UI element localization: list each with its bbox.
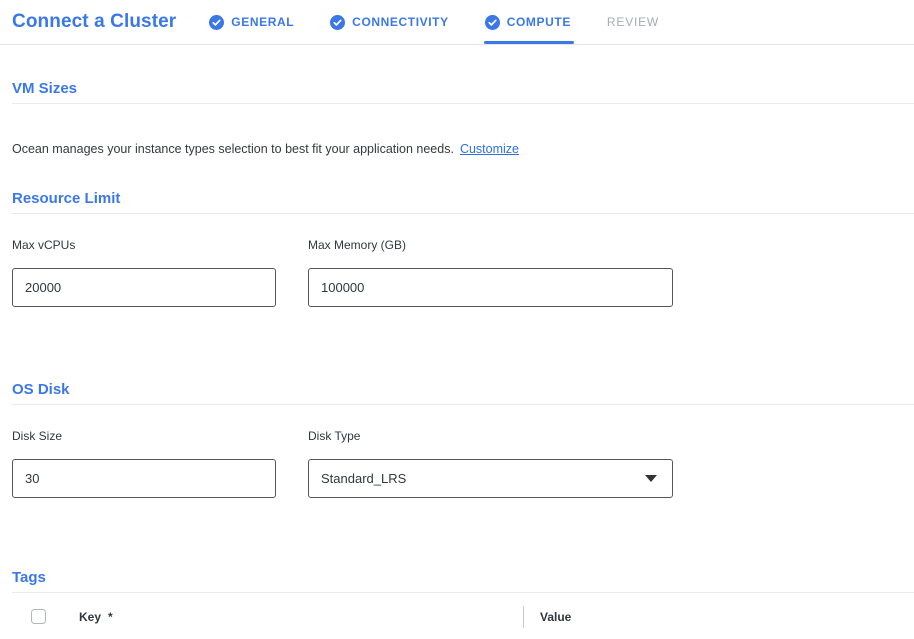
disk-type-field: Disk Type Standard_LRS	[308, 429, 673, 498]
check-circle-icon	[485, 15, 500, 30]
resource-limit-heading: Resource Limit	[12, 189, 914, 208]
select-all-checkbox[interactable]	[31, 609, 46, 624]
section-divider	[12, 103, 914, 104]
tab-general[interactable]: GENERAL	[209, 0, 294, 44]
max-memory-input[interactable]	[308, 268, 673, 307]
resource-limit-fields: Max vCPUs Max Memory (GB)	[12, 238, 914, 307]
disk-type-label: Disk Type	[308, 429, 673, 443]
max-memory-field: Max Memory (GB)	[308, 238, 673, 307]
column-separator	[523, 606, 524, 628]
vm-sizes-heading: VM Sizes	[12, 79, 914, 98]
disk-type-select[interactable]: Standard_LRS	[308, 459, 673, 498]
key-column-label: Key	[79, 610, 101, 624]
os-disk-section: OS Disk Disk Size Disk Type Standard_LRS	[0, 380, 914, 498]
key-column-header: Key *	[79, 610, 523, 624]
page-title: Connect a Cluster	[12, 11, 176, 33]
required-marker: *	[108, 610, 113, 624]
tab-review[interactable]: REVIEW	[607, 0, 659, 44]
tab-label: GENERAL	[231, 15, 294, 29]
os-disk-heading: OS Disk	[12, 380, 914, 399]
section-divider	[12, 404, 914, 405]
vm-sizes-section: VM Sizes Ocean manages your instance typ…	[0, 79, 914, 157]
value-column-header: Value	[540, 610, 571, 624]
max-memory-label: Max Memory (GB)	[308, 238, 673, 252]
tab-label: COMPUTE	[507, 15, 571, 29]
tab-label: REVIEW	[607, 15, 659, 29]
check-circle-icon	[209, 15, 224, 30]
os-disk-fields: Disk Size Disk Type Standard_LRS	[12, 429, 914, 498]
max-vcpus-label: Max vCPUs	[12, 238, 276, 252]
tab-compute[interactable]: COMPUTE	[485, 0, 571, 44]
max-vcpus-field: Max vCPUs	[12, 238, 276, 307]
customize-link[interactable]: Customize	[460, 142, 519, 156]
tags-heading: Tags	[12, 568, 914, 587]
tags-table-header: Key * Value	[0, 593, 914, 639]
disk-type-selected-value: Standard_LRS	[321, 471, 406, 486]
description-text: Ocean manages your instance types select…	[12, 142, 454, 156]
wizard-tabs: GENERAL CONNECTIVITY COMPUTE REVIEW	[209, 0, 659, 44]
tags-section: Tags Key * Value	[0, 568, 914, 639]
caret-down-icon	[645, 475, 657, 482]
tab-label: CONNECTIVITY	[352, 15, 449, 29]
tab-connectivity[interactable]: CONNECTIVITY	[330, 0, 449, 44]
wizard-header: Connect a Cluster GENERAL CONNECTIVITY C…	[0, 0, 914, 45]
section-divider	[12, 213, 914, 214]
disk-size-input[interactable]	[12, 459, 276, 498]
disk-size-field: Disk Size	[12, 429, 276, 498]
disk-size-label: Disk Size	[12, 429, 276, 443]
resource-limit-section: Resource Limit Max vCPUs Max Memory (GB)	[0, 189, 914, 307]
vm-sizes-description: Ocean manages your instance types select…	[12, 141, 914, 157]
check-circle-icon	[330, 15, 345, 30]
max-vcpus-input[interactable]	[12, 268, 276, 307]
